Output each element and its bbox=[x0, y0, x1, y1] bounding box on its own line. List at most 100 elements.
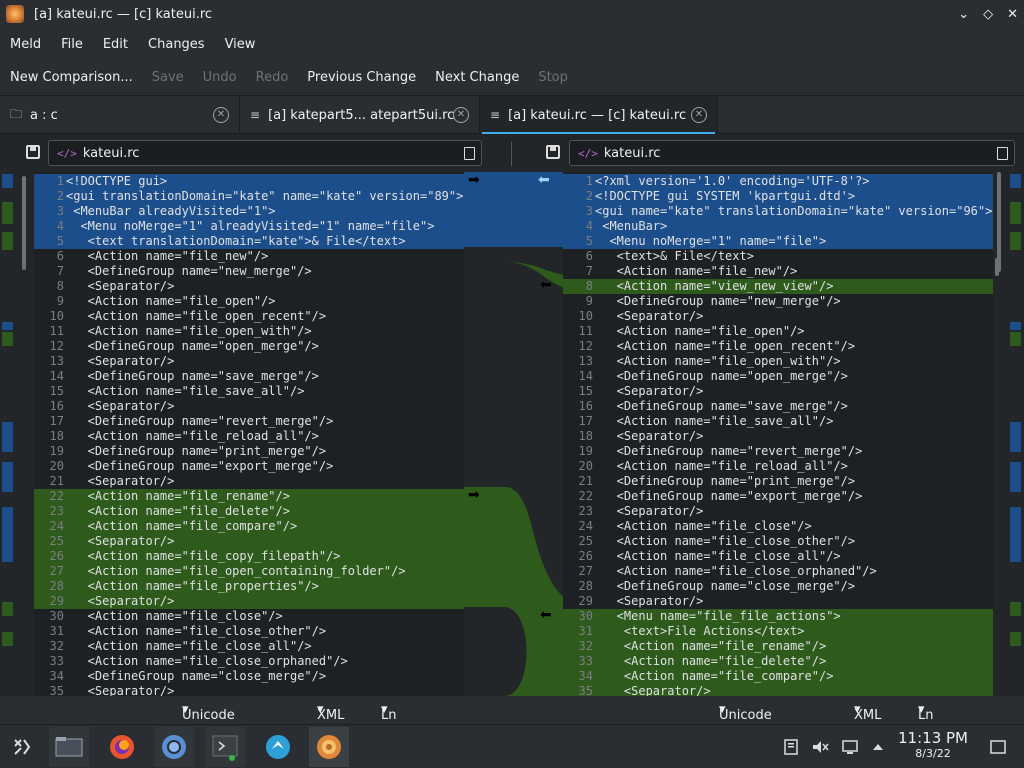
code-line[interactable]: 2 <!DOCTYPE gui SYSTEM 'kpartgui.dtd'> bbox=[563, 189, 993, 204]
code-line[interactable]: 8 <Action name="view_new_view"/> bbox=[563, 279, 993, 294]
previous-change-button[interactable]: Previous Change bbox=[297, 70, 425, 85]
save-icon[interactable] bbox=[26, 145, 40, 159]
code-line[interactable]: 23 <Action name="file_delete"/> bbox=[34, 504, 464, 519]
tab-folder-compare[interactable]: 🗀 a : c ✕ bbox=[0, 96, 240, 134]
terminal-icon[interactable] bbox=[205, 727, 245, 767]
code-line[interactable]: 31 <Action name="file_close_other"/> bbox=[34, 624, 464, 639]
code-line[interactable]: 30 <Action name="file_close"/> bbox=[34, 609, 464, 624]
code-line[interactable]: 27 <Action name="file_open_containing_fo… bbox=[34, 564, 464, 579]
code-line[interactable]: 12 <Action name="file_open_recent"/> bbox=[563, 339, 993, 354]
code-line[interactable]: 32 <Action name="file_close_all"/> bbox=[34, 639, 464, 654]
code-line[interactable]: 14 <DefineGroup name="save_merge"/> bbox=[34, 369, 464, 384]
code-line[interactable]: 9 <Action name="file_open"/> bbox=[34, 294, 464, 309]
left-editor[interactable]: 1 <!DOCTYPE gui> 2 <gui translationDomain="… bbox=[34, 172, 464, 696]
code-line[interactable]: 33 <Action name="file_close_orphaned"/> bbox=[34, 654, 464, 669]
code-line[interactable]: 8 <Separator/> bbox=[34, 279, 464, 294]
menu-view[interactable]: View bbox=[215, 37, 266, 52]
maximize-icon[interactable]: ◇ bbox=[983, 7, 993, 22]
code-line[interactable]: 5 <text translationDomain="kate">& File<… bbox=[34, 234, 464, 249]
code-line[interactable]: 30 <Menu name="file_file_actions"> bbox=[563, 609, 993, 624]
left-encoding-select[interactable]: Unicode (UTF-8) ▾ bbox=[182, 702, 235, 738]
app-launcher-icon[interactable] bbox=[2, 727, 42, 767]
close-tab-icon[interactable]: ✕ bbox=[453, 107, 469, 123]
code-line[interactable]: 28 <DefineGroup name="close_merge"/> bbox=[563, 579, 993, 594]
right-cursor-position[interactable]: Ln 1, Col 1 ▾ bbox=[918, 702, 939, 768]
tab-kateui-compare[interactable]: ≡ [a] kateui.rc — [c] kateui.rc ✕ bbox=[480, 96, 718, 134]
left-syntax-select[interactable]: XML ▾ bbox=[317, 702, 344, 723]
code-line[interactable]: 18 <Separator/> bbox=[563, 429, 993, 444]
code-line[interactable]: 6 <Action name="file_new"/> bbox=[34, 249, 464, 264]
code-line[interactable]: 13 <Separator/> bbox=[34, 354, 464, 369]
code-line[interactable]: 19 <DefineGroup name="print_merge"/> bbox=[34, 444, 464, 459]
code-line[interactable]: 10 <Separator/> bbox=[563, 309, 993, 324]
code-line[interactable]: 6 <text>& File</text> bbox=[563, 249, 993, 264]
clock[interactable]: 11:13 PM 8/3/22 bbox=[898, 729, 968, 760]
code-line[interactable]: 25 <Separator/> bbox=[34, 534, 464, 549]
code-line[interactable]: 16 <DefineGroup name="save_merge"/> bbox=[563, 399, 993, 414]
code-line[interactable]: 7 <Action name="file_new"/> bbox=[563, 264, 993, 279]
code-line[interactable]: 19 <DefineGroup name="revert_merge"/> bbox=[563, 444, 993, 459]
code-line[interactable]: 20 <Action name="file_reload_all"/> bbox=[563, 459, 993, 474]
next-change-button[interactable]: Next Change bbox=[425, 70, 528, 85]
chromium-icon[interactable] bbox=[154, 727, 194, 767]
code-line[interactable]: 34 <Action name="file_compare"/> bbox=[563, 669, 993, 684]
code-line[interactable]: 4 <MenuBar> bbox=[563, 219, 993, 234]
code-line[interactable]: 1 <?xml version='1.0' encoding='UTF-8'?> bbox=[563, 174, 993, 189]
code-line[interactable]: 25 <Action name="file_close_other"/> bbox=[563, 534, 993, 549]
menu-file[interactable]: File bbox=[51, 37, 93, 52]
menu-edit[interactable]: Edit bbox=[93, 37, 138, 52]
code-line[interactable]: 9 <DefineGroup name="new_merge"/> bbox=[563, 294, 993, 309]
left-cursor-position[interactable]: Ln 17, Col 38 ▾ bbox=[381, 702, 402, 768]
code-line[interactable]: 26 <Action name="file_close_all"/> bbox=[563, 549, 993, 564]
code-line[interactable]: 31 <text>File Actions</text> bbox=[563, 624, 993, 639]
close-tab-icon[interactable]: ✕ bbox=[213, 107, 229, 123]
code-line[interactable]: 17 <Action name="file_save_all"/> bbox=[563, 414, 993, 429]
file-manager-icon[interactable] bbox=[49, 727, 89, 767]
redo-button[interactable]: Redo bbox=[246, 70, 298, 85]
code-line[interactable]: 26 <Action name="file_copy_filepath"/> bbox=[34, 549, 464, 564]
code-line[interactable]: 24 <Action name="file_compare"/> bbox=[34, 519, 464, 534]
right-file-name[interactable]: </> kateui.rc bbox=[569, 140, 1015, 166]
code-line[interactable]: 21 <DefineGroup name="print_merge"/> bbox=[563, 474, 993, 489]
left-overview-map[interactable] bbox=[0, 172, 34, 696]
code-line[interactable]: 33 <Action name="file_delete"/> bbox=[563, 654, 993, 669]
code-line[interactable]: 1 <!DOCTYPE gui> bbox=[34, 174, 464, 189]
code-line[interactable]: 24 <Action name="file_close"/> bbox=[563, 519, 993, 534]
close-tab-icon[interactable]: ✕ bbox=[691, 107, 707, 123]
code-line[interactable]: 10 <Action name="file_open_recent"/> bbox=[34, 309, 464, 324]
save-icon[interactable] bbox=[546, 145, 560, 159]
code-line[interactable]: 23 <Separator/> bbox=[563, 504, 993, 519]
code-line[interactable]: 29 <Separator/> bbox=[563, 594, 993, 609]
code-line[interactable]: 13 <Action name="file_open_with"/> bbox=[563, 354, 993, 369]
code-line[interactable]: 3 <MenuBar alreadyVisited="1"> bbox=[34, 204, 464, 219]
minimize-icon[interactable]: ⌄ bbox=[958, 7, 969, 22]
code-line[interactable]: 2 <gui translationDomain="kate" name="kat… bbox=[34, 189, 464, 204]
code-line[interactable]: 21 <Separator/> bbox=[34, 474, 464, 489]
open-file-icon[interactable] bbox=[997, 147, 1008, 160]
open-file-icon[interactable] bbox=[464, 147, 475, 160]
code-line[interactable]: 4 <Menu noMerge="1" alreadyVisited="1" n… bbox=[34, 219, 464, 234]
tab-katepart-compare[interactable]: ≡ [a] katepart5... atepart5ui.rc ✕ bbox=[240, 96, 480, 134]
code-line[interactable]: 11 <Action name="file_open"/> bbox=[563, 324, 993, 339]
firefox-icon[interactable] bbox=[102, 727, 142, 767]
code-line[interactable]: 14 <DefineGroup name="open_merge"/> bbox=[563, 369, 993, 384]
save-button[interactable]: Save bbox=[142, 70, 193, 85]
code-line[interactable]: 28 <Action name="file_properties"/> bbox=[34, 579, 464, 594]
code-line[interactable]: 35 <Separator/> bbox=[563, 684, 993, 696]
stop-button[interactable]: Stop bbox=[528, 70, 577, 85]
close-icon[interactable]: ✕ bbox=[1007, 7, 1018, 22]
menu-meld[interactable]: Meld bbox=[0, 37, 51, 52]
code-line[interactable]: 20 <DefineGroup name="export_merge"/> bbox=[34, 459, 464, 474]
code-line[interactable]: 32 <Action name="file_rename"/> bbox=[563, 639, 993, 654]
code-line[interactable]: 7 <DefineGroup name="new_merge"/> bbox=[34, 264, 464, 279]
code-line[interactable]: 5 <Menu noMerge="1" name="file"> bbox=[563, 234, 993, 249]
code-line[interactable]: 12 <DefineGroup name="open_merge"/> bbox=[34, 339, 464, 354]
code-line[interactable]: 3 <gui name="kate" translationDomain="kat… bbox=[563, 204, 993, 219]
code-line[interactable]: 15 <Separator/> bbox=[563, 384, 993, 399]
menu-changes[interactable]: Changes bbox=[138, 37, 215, 52]
right-overview-map[interactable] bbox=[993, 172, 1024, 696]
meld-taskbar-icon[interactable] bbox=[309, 727, 349, 767]
code-line[interactable]: 27 <Action name="file_close_orphaned"/> bbox=[563, 564, 993, 579]
show-desktop-icon[interactable] bbox=[978, 727, 1018, 767]
code-line[interactable]: 16 <Separator/> bbox=[34, 399, 464, 414]
